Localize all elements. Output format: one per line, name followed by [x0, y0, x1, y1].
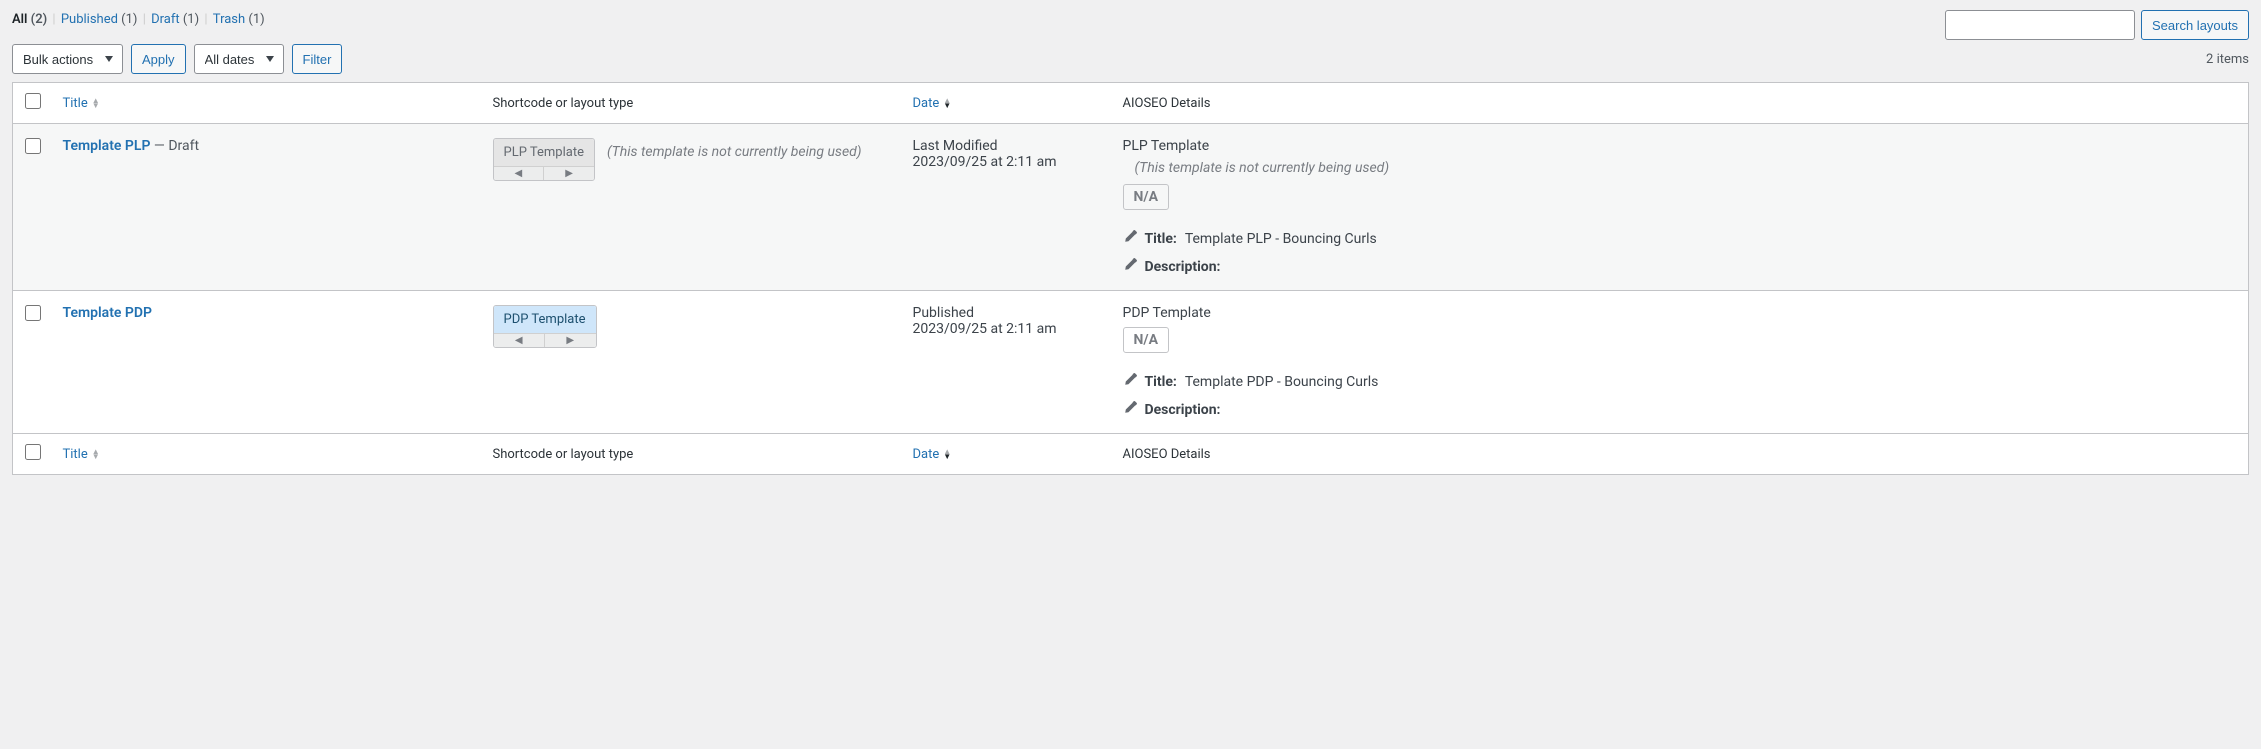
- shortcode-badge[interactable]: PLP Template ◀ ▶: [493, 138, 595, 181]
- date-state: Last Modified: [913, 138, 1103, 154]
- apply-button[interactable]: Apply: [131, 44, 186, 74]
- pencil-icon[interactable]: [1123, 230, 1137, 248]
- not-used-note: (This template is not currently being us…: [607, 144, 862, 160]
- triangle-left-icon[interactable]: ◀: [494, 167, 544, 180]
- row-status: — Draft: [150, 138, 199, 154]
- col-date-sort[interactable]: Date ▲▼: [913, 96, 952, 111]
- pencil-icon[interactable]: [1123, 373, 1137, 391]
- col-shortcode-footer: Shortcode or layout type: [483, 434, 903, 475]
- view-trash[interactable]: Trash (1): [213, 12, 265, 27]
- bulk-actions-select[interactable]: Bulk actions: [12, 44, 123, 74]
- sort-icon: ▲▼: [92, 98, 100, 108]
- col-shortcode: Shortcode or layout type: [483, 83, 903, 124]
- sort-icon: ▲▼: [943, 449, 951, 459]
- aioseo-title-value: Template PLP - Bouncing Curls: [1185, 231, 1377, 247]
- layouts-table: Title ▲▼ Shortcode or layout type Date ▲…: [12, 82, 2249, 475]
- col-aioseo: AIOSEO Details: [1113, 83, 2249, 124]
- aioseo-template: PDP Template: [1123, 305, 2239, 321]
- table-row: Template PDP PDP Template ◀ ▶ Published: [13, 291, 2249, 434]
- aioseo-title-value: Template PDP - Bouncing Curls: [1185, 374, 1379, 390]
- pencil-icon[interactable]: [1123, 401, 1137, 419]
- col-aioseo-footer: AIOSEO Details: [1113, 434, 2249, 475]
- shortcode-badge[interactable]: PDP Template ◀ ▶: [493, 305, 597, 348]
- view-published[interactable]: Published (1): [61, 12, 138, 27]
- row-title-link[interactable]: Template PDP: [63, 305, 153, 321]
- aioseo-not-used: (This template is not currently being us…: [1135, 160, 2239, 176]
- col-title-sort-footer[interactable]: Title ▲▼: [63, 447, 100, 462]
- select-all-checkbox[interactable]: [25, 93, 41, 109]
- row-checkbox[interactable]: [25, 305, 41, 321]
- triangle-right-icon[interactable]: ▶: [544, 334, 596, 347]
- aioseo-template: PLP Template: [1123, 138, 2239, 154]
- view-all[interactable]: All (2): [12, 12, 47, 27]
- aioseo-score-badge: N/A: [1123, 327, 1169, 353]
- date-value: 2023/09/25 at 2:11 am: [913, 321, 1103, 337]
- row-checkbox[interactable]: [25, 138, 41, 154]
- dates-select[interactable]: All dates: [194, 44, 284, 74]
- col-title-sort[interactable]: Title ▲▼: [63, 96, 100, 111]
- filter-button[interactable]: Filter: [292, 44, 343, 74]
- sort-icon: ▲▼: [943, 98, 951, 108]
- view-draft[interactable]: Draft (1): [151, 12, 199, 27]
- triangle-right-icon[interactable]: ▶: [543, 167, 594, 180]
- select-all-checkbox-footer[interactable]: [25, 444, 41, 460]
- sort-icon: ▲▼: [92, 449, 100, 459]
- items-count: 2 items: [2206, 52, 2249, 67]
- triangle-left-icon[interactable]: ◀: [494, 334, 545, 347]
- col-date-sort-footer[interactable]: Date ▲▼: [913, 447, 952, 462]
- pencil-icon[interactable]: [1123, 258, 1137, 276]
- search-input[interactable]: [1945, 10, 2135, 40]
- date-value: 2023/09/25 at 2:11 am: [913, 154, 1103, 170]
- row-title-link[interactable]: Template PLP: [63, 138, 151, 154]
- view-filters: All (2) | Published (1) | Draft (1) | Tr…: [12, 12, 265, 27]
- date-state: Published: [913, 305, 1103, 321]
- aioseo-score-badge: N/A: [1123, 184, 1169, 210]
- search-button[interactable]: Search layouts: [2141, 10, 2249, 40]
- table-row: Template PLP — Draft PLP Template ◀ ▶ (T…: [13, 124, 2249, 291]
